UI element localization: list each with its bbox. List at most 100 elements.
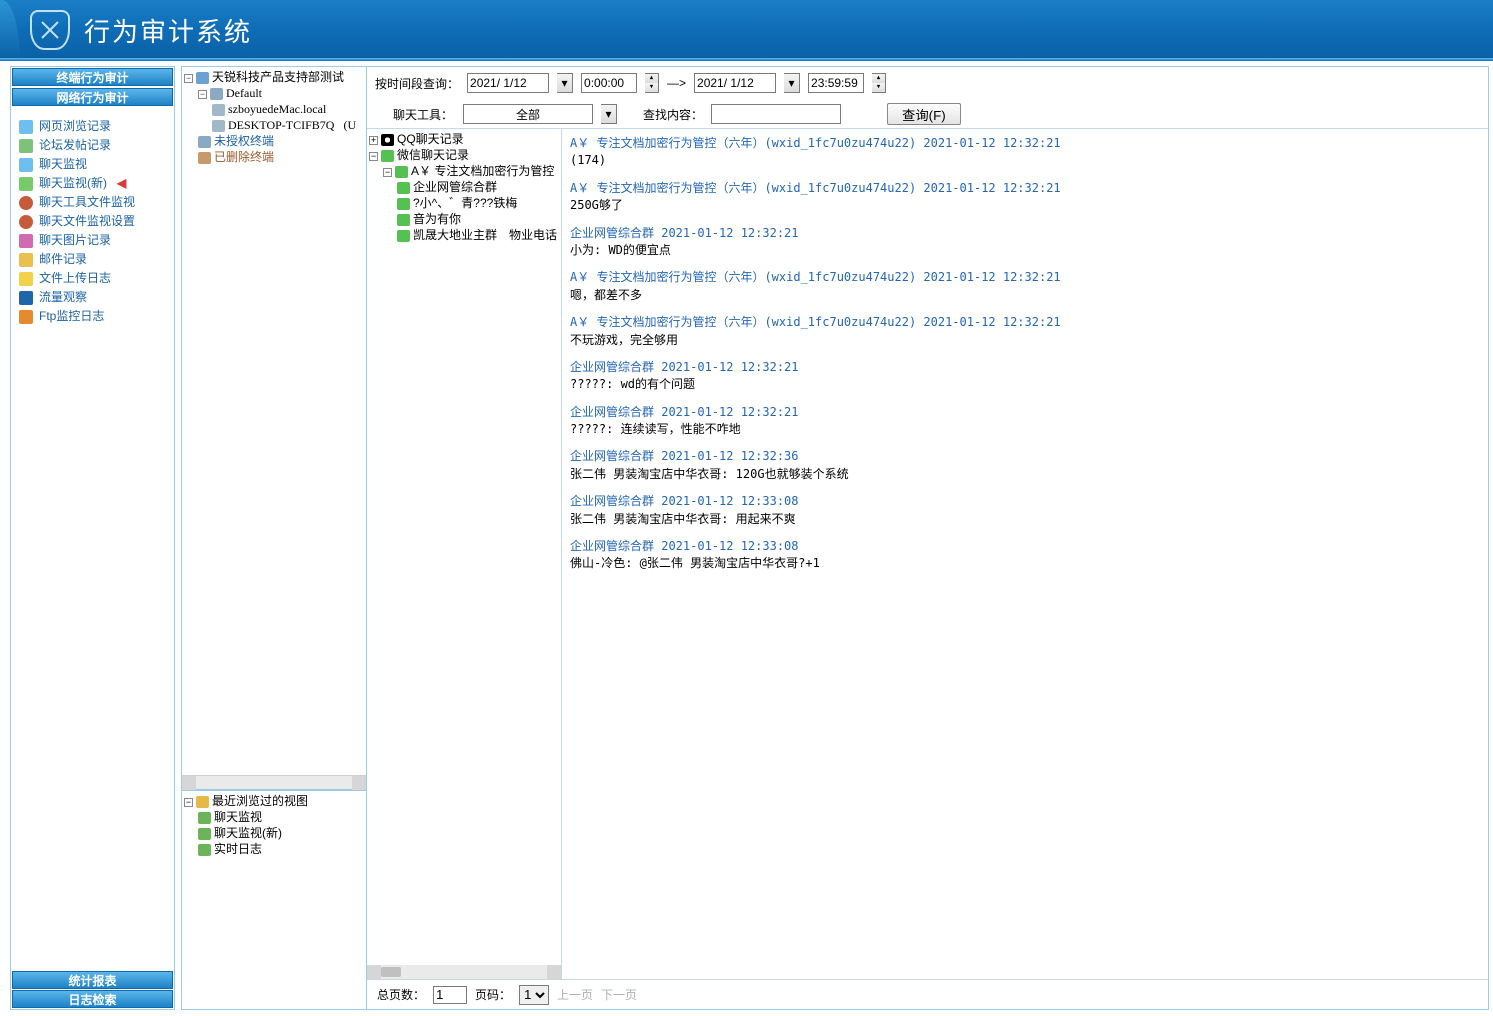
wx-chat[interactable]: 音为有你: [413, 212, 461, 226]
page-select[interactable]: 1: [519, 985, 549, 1005]
nav-item-mail[interactable]: 邮件记录: [17, 250, 168, 269]
prev-page[interactable]: 上一页: [557, 986, 593, 1003]
dropdown-icon[interactable]: ▾: [557, 73, 573, 93]
spinner-icon[interactable]: ▴▾: [645, 73, 659, 93]
message-body: 嗯，都差不多: [570, 287, 1480, 304]
tree-collapse-icon[interactable]: −: [369, 152, 378, 161]
query-button[interactable]: 查询(F): [887, 103, 961, 125]
message-body: 不玩游戏，完全够用: [570, 332, 1480, 349]
wx-account[interactable]: A￥ 专注文档加密行为管控（7: [411, 164, 562, 178]
nav-item-label: 聊天监视: [39, 155, 87, 174]
next-page[interactable]: 下一页: [601, 986, 637, 1003]
wx-root[interactable]: 微信聊天记录: [397, 148, 469, 162]
chat-session-tree[interactable]: +QQ聊天记录 −微信聊天记录 −A￥ 专注文档加密行为管控（7 企业网管综合群…: [367, 129, 562, 979]
tree-deleted[interactable]: 已删除终端: [214, 150, 274, 164]
tree-group-label[interactable]: Default: [226, 86, 262, 100]
nav-item-flow[interactable]: 流量观察: [17, 288, 168, 307]
chat-message: 企业网管综合群 2021-01-12 12:33:08张二伟 男装淘宝店中华衣哥…: [570, 493, 1480, 528]
nav-item-chatmonnew[interactable]: 聊天监视(新)◀: [17, 174, 168, 193]
message-header: 企业网管综合群 2021-01-12 12:32:21: [570, 359, 1480, 376]
message-header: 企业网管综合群 2021-01-12 12:32:21: [570, 225, 1480, 242]
tree-collapse-icon[interactable]: −: [198, 90, 207, 99]
qq-icon: [381, 134, 394, 146]
org-root-icon: [196, 72, 209, 84]
recent-title: 最近浏览过的视图: [212, 794, 308, 808]
nav-item-web[interactable]: 网页浏览记录: [17, 117, 168, 136]
message-header: 企业网管综合群 2021-01-12 12:33:08: [570, 538, 1480, 555]
ftp-icon: [19, 310, 33, 324]
nav-item-label: 聊天图片记录: [39, 231, 111, 250]
tree-host-suffix: (U: [343, 118, 356, 132]
tree-hscrollbar[interactable]: [182, 775, 366, 789]
nav-item-fileup[interactable]: 文件上传日志: [17, 269, 168, 288]
wechat-icon: [397, 182, 410, 194]
tree-root-label[interactable]: 天锐科技产品支持部测试: [212, 70, 344, 84]
nav-group-network[interactable]: 网络行为审计: [12, 88, 173, 106]
message-header: A￥ 专注文档加密行为管控（六年）(wxid_1fc7u0zu474u22) 2…: [570, 269, 1480, 286]
wechat-icon: [395, 166, 408, 178]
tree-unauth[interactable]: 未授权终端: [214, 134, 274, 148]
chat-message: A￥ 专注文档加密行为管控（六年）(wxid_1fc7u0zu474u22) 2…: [570, 180, 1480, 215]
range-arrow: —>: [667, 76, 686, 90]
chat-message: A￥ 专注文档加密行为管控（六年）(wxid_1fc7u0zu474u22) 2…: [570, 135, 1480, 170]
app-header: 行为审计系统: [0, 0, 1493, 60]
mail-icon: [19, 253, 33, 267]
nav-group-logsearch[interactable]: 日志检索: [12, 990, 173, 1008]
chatfilesetting-icon: [19, 215, 33, 229]
recent-tree[interactable]: − 最近浏览过的视图 聊天监视 聊天监视(新) 实时日志: [182, 789, 366, 1009]
tree-collapse-icon[interactable]: −: [383, 168, 392, 177]
flow-icon: [19, 291, 33, 305]
date-to[interactable]: [694, 73, 776, 93]
spinner-icon[interactable]: ▴▾: [872, 73, 886, 93]
message-list[interactable]: A￥ 专注文档加密行为管控（六年）(wxid_1fc7u0zu474u22) 2…: [562, 129, 1488, 979]
qq-root[interactable]: QQ聊天记录: [397, 132, 464, 146]
nav-group-terminal[interactable]: 终端行为审计: [12, 68, 173, 86]
chat-tree-hscrollbar[interactable]: [367, 965, 561, 979]
chatimg-icon: [19, 234, 33, 248]
search-input[interactable]: [711, 104, 841, 124]
pc-icon: [212, 104, 225, 116]
nav-item-ftp[interactable]: Ftp监控日志: [17, 307, 168, 326]
tree-host[interactable]: DESKTOP-TCIFB7Q: [228, 118, 334, 132]
recent-item[interactable]: 聊天监视: [214, 810, 262, 824]
wx-chat[interactable]: ?小^、゛青???铁梅: [413, 196, 517, 210]
date-from[interactable]: [467, 73, 549, 93]
pc-icon: [212, 120, 225, 132]
message-body: 佛山-冷色: @张二伟 男装淘宝店中华衣哥?+1: [570, 555, 1480, 572]
tree-host[interactable]: szboyuedeMac.local: [228, 102, 326, 116]
group-icon: [198, 152, 211, 164]
forum-icon: [19, 139, 33, 153]
chat-tool-combo[interactable]: [463, 104, 593, 124]
page-label: 页码：: [475, 986, 511, 1003]
wx-chat[interactable]: 企业网管综合群: [413, 180, 497, 194]
wechat-icon: [397, 230, 410, 242]
chat-tool-label: 聊天工具：: [375, 106, 455, 123]
wx-chat[interactable]: 凯晟大地业主群 物业电话: [413, 228, 557, 242]
message-body: 张二伟 男装淘宝店中华衣哥: 120G也就够装个系统: [570, 466, 1480, 483]
recent-item[interactable]: 聊天监视(新): [214, 826, 282, 840]
arrow-red-icon: ◀: [117, 174, 126, 193]
chattoolfile-icon: [19, 196, 33, 210]
nav-item-forum[interactable]: 论坛发帖记录: [17, 136, 168, 155]
dropdown-icon[interactable]: ▾: [601, 104, 617, 124]
nav-item-chatmon[interactable]: 聊天监视: [17, 155, 168, 174]
time-from[interactable]: [581, 73, 637, 93]
tree-collapse-icon[interactable]: −: [184, 74, 193, 83]
dropdown-icon[interactable]: ▾: [784, 73, 800, 93]
wechat-icon: [397, 198, 410, 210]
nav-item-label: 文件上传日志: [39, 269, 111, 288]
chatmon-icon: [19, 158, 33, 172]
tree-collapse-icon[interactable]: −: [184, 798, 193, 807]
nav-item-chatimg[interactable]: 聊天图片记录: [17, 231, 168, 250]
time-to[interactable]: [808, 73, 864, 93]
tree-expand-icon[interactable]: +: [369, 136, 378, 145]
recent-item[interactable]: 实时日志: [214, 842, 262, 856]
nav-group-stats[interactable]: 统计报表: [12, 971, 173, 989]
nav-item-label: 聊天工具文件监视: [39, 193, 135, 212]
wechat-icon: [397, 214, 410, 226]
nav-item-chatfilesetting[interactable]: 聊天文件监视设置: [17, 212, 168, 231]
nav-item-chattoolfile[interactable]: 聊天工具文件监视: [17, 193, 168, 212]
org-tree[interactable]: −天锐科技产品支持部测试 −Default szboyuedeMac.local…: [182, 67, 366, 775]
org-tree-column: −天锐科技产品支持部测试 −Default szboyuedeMac.local…: [182, 67, 367, 1009]
nav-item-label: 网页浏览记录: [39, 117, 111, 136]
